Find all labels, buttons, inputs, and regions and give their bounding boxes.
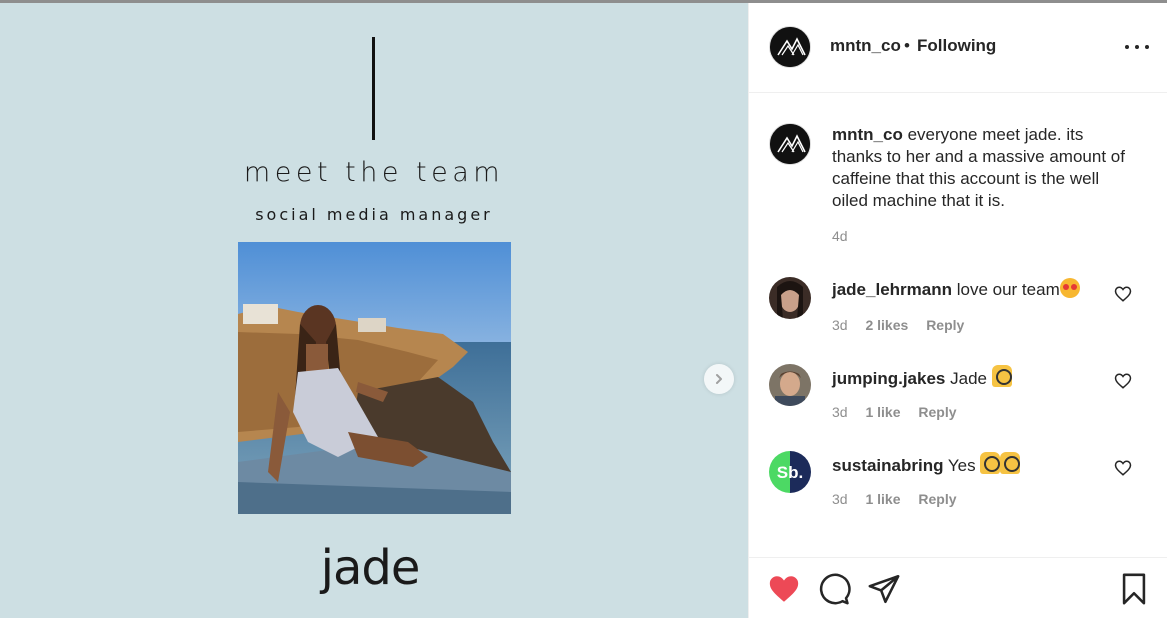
account-avatar[interactable] (769, 26, 811, 68)
chevron-right-icon (716, 374, 722, 384)
mountain-logo-icon (770, 27, 810, 67)
media-title: meet the team (243, 157, 505, 188)
comment-body: Yes (947, 456, 976, 475)
comment-meta: 3d 2 likes Reply (832, 317, 978, 333)
comment-text: jumping.jakes Jade (832, 365, 1012, 389)
comment-likes[interactable]: 1 like (865, 404, 900, 420)
comment-likes[interactable]: 1 like (865, 491, 900, 507)
raising-hands-icon (991, 365, 1012, 387)
post-media[interactable]: meet the team social media manager jade (0, 3, 748, 618)
comment-time[interactable]: 3d (832, 491, 848, 507)
comment-username[interactable]: jumping.jakes (832, 369, 945, 388)
mountain-logo-icon (770, 124, 810, 164)
comment-item: Sb. sustainabring Yes 3d 1 like Reply (749, 447, 1167, 527)
reply-button[interactable]: Reply (918, 404, 956, 420)
share-icon[interactable] (867, 572, 901, 606)
commenter-avatar[interactable] (769, 364, 811, 406)
caption-text: mntn_co everyone meet jade. its thanks t… (832, 124, 1132, 212)
avatar-text: Sb. (777, 463, 803, 482)
commenter-avatar[interactable]: Sb. (769, 451, 811, 493)
comment-meta: 3d 1 like Reply (832, 404, 971, 420)
commenter-avatar[interactable] (769, 277, 811, 319)
post-action-bar (749, 557, 1167, 618)
comment-body: love our team (956, 280, 1060, 299)
smiling-face-with-hearts-icon (1059, 278, 1080, 298)
comment-body: Jade (950, 369, 987, 388)
caption-avatar[interactable] (769, 123, 811, 165)
following-button[interactable]: Following (917, 36, 996, 56)
comment-username[interactable]: jade_lehrmann (832, 280, 952, 299)
reply-button[interactable]: Reply (926, 317, 964, 333)
heart-filled-icon[interactable] (767, 572, 801, 606)
comment-item: jumping.jakes Jade 3d 1 like Reply (749, 360, 1167, 440)
comment-time[interactable]: 3d (832, 404, 848, 420)
header-separator: • (904, 36, 910, 55)
comment-time[interactable]: 3d (832, 317, 848, 333)
raising-hands-icon (1000, 452, 1021, 474)
header-username[interactable]: mntn_co (830, 36, 901, 56)
decorative-vertical-line (372, 37, 375, 140)
reply-button[interactable]: Reply (918, 491, 956, 507)
bookmark-icon[interactable] (1117, 572, 1151, 606)
post-header: mntn_co • Following (749, 3, 1167, 93)
comment-text: jade_lehrmann love our team (832, 278, 1080, 300)
comment-text: sustainabring Yes (832, 452, 1021, 476)
post-side-panel: mntn_co • Following mntn_co everyone mee… (748, 3, 1167, 618)
comment-item: jade_lehrmann love our team 3d 2 likes R… (749, 273, 1167, 353)
heart-outline-icon[interactable] (1114, 459, 1132, 477)
caption-time[interactable]: 4d (832, 228, 848, 244)
heart-outline-icon[interactable] (1114, 285, 1132, 303)
raising-hands-icon (980, 452, 1001, 474)
comment-meta: 3d 1 like Reply (832, 491, 971, 507)
more-options-icon[interactable] (1125, 39, 1149, 55)
heart-outline-icon[interactable] (1114, 372, 1132, 390)
next-slide-button[interactable] (704, 364, 734, 394)
team-member-name: jade (320, 540, 421, 596)
comment-icon[interactable] (817, 572, 851, 606)
caption-username[interactable]: mntn_co (832, 125, 903, 144)
comment-likes[interactable]: 2 likes (865, 317, 908, 333)
media-subtitle: social media manager (255, 205, 493, 224)
comment-username[interactable]: sustainabring (832, 456, 943, 475)
team-member-photo (238, 242, 511, 514)
